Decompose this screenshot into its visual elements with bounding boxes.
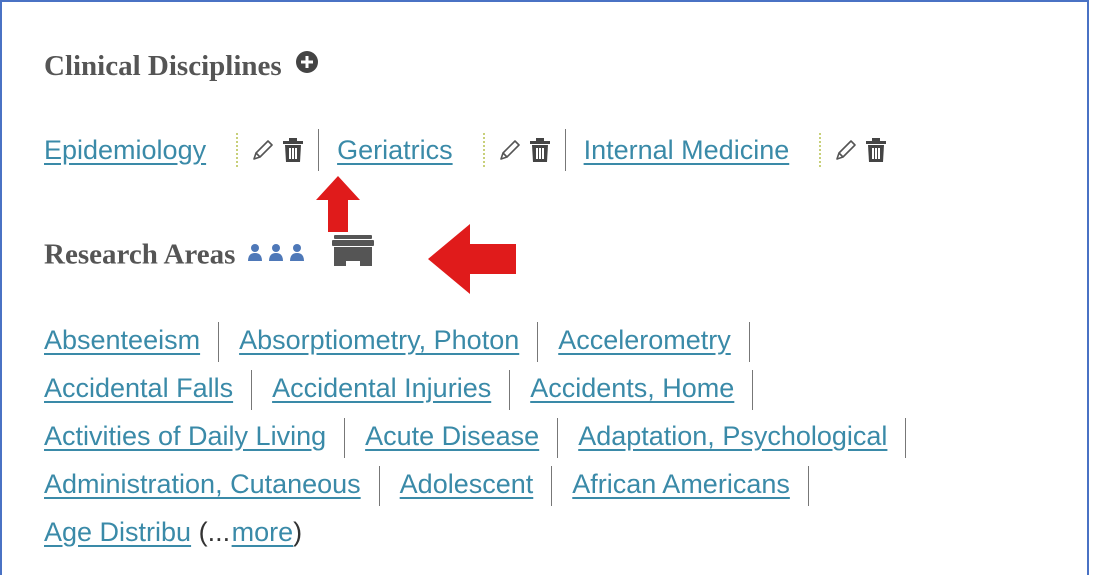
item-divider	[509, 369, 511, 410]
research-area-link[interactable]: African Americans	[572, 469, 790, 499]
research-area-link[interactable]: Adolescent	[400, 469, 534, 499]
clinical-disciplines-heading: Clinical Disciplines	[44, 50, 319, 85]
research-area-link[interactable]: Accelerometry	[558, 325, 731, 355]
item-divider	[318, 129, 320, 171]
dotted-divider	[236, 133, 239, 167]
item-divider	[551, 465, 553, 506]
item-divider	[378, 465, 380, 506]
research-area-link[interactable]: Accidental Falls	[44, 373, 233, 403]
trash-icon[interactable]	[278, 135, 308, 165]
more-open-paren: (...	[198, 517, 231, 547]
archive-box-icon[interactable]	[330, 234, 376, 276]
pencil-icon[interactable]	[495, 135, 525, 165]
dotted-divider	[819, 133, 822, 167]
item-divider	[752, 369, 754, 410]
research-area-link[interactable]: Accidents, Home	[530, 373, 734, 403]
discipline-link-geriatrics[interactable]: Geriatrics	[337, 135, 453, 166]
research-area-link[interactable]: Administration, Cutaneous	[44, 469, 361, 499]
trash-icon[interactable]	[525, 135, 555, 165]
item-divider	[748, 321, 750, 362]
discipline-link-internal-medicine[interactable]: Internal Medicine	[584, 135, 790, 166]
more-close-paren: )	[293, 517, 303, 547]
research-area-link[interactable]: Adaptation, Psychological	[578, 421, 887, 451]
plus-circle-icon[interactable]	[295, 49, 319, 82]
item-divider	[557, 417, 559, 458]
research-area-link[interactable]: Acute Disease	[365, 421, 539, 451]
research-area-link[interactable]: Absorptiometry, Photon	[239, 325, 519, 355]
people-group-icon[interactable]	[247, 238, 305, 271]
pencil-icon[interactable]	[831, 135, 861, 165]
research-areas-title: Research Areas	[44, 238, 236, 271]
research-area-link[interactable]: Accidental Injuries	[272, 373, 491, 403]
dotted-divider	[482, 133, 485, 167]
annotation-up-arrow	[316, 176, 360, 232]
item-divider	[905, 417, 907, 458]
research-area-link[interactable]: Absenteeism	[44, 325, 200, 355]
research-areas-heading: Research Areas	[44, 234, 376, 278]
annotation-left-arrow	[428, 224, 516, 294]
clinical-disciplines-list: Epidemiology Geriatrics Internal Medicin…	[44, 128, 891, 172]
more-link[interactable]: more	[232, 517, 294, 547]
research-areas-list: Absenteeism Absorptiometry, Photon Acceler…	[44, 316, 1074, 556]
item-divider	[564, 129, 566, 171]
item-divider	[218, 321, 220, 362]
item-divider	[537, 321, 539, 362]
item-divider	[344, 417, 346, 458]
discipline-link-epidemiology[interactable]: Epidemiology	[44, 135, 206, 166]
clinical-disciplines-title: Clinical Disciplines	[44, 50, 282, 82]
item-divider	[251, 369, 253, 410]
trash-icon[interactable]	[861, 135, 891, 165]
pencil-icon[interactable]	[248, 135, 278, 165]
item-divider	[807, 465, 809, 506]
research-area-link-truncated[interactable]: Age Distribu	[44, 517, 191, 547]
research-area-link[interactable]: Activities of Daily Living	[44, 421, 326, 451]
